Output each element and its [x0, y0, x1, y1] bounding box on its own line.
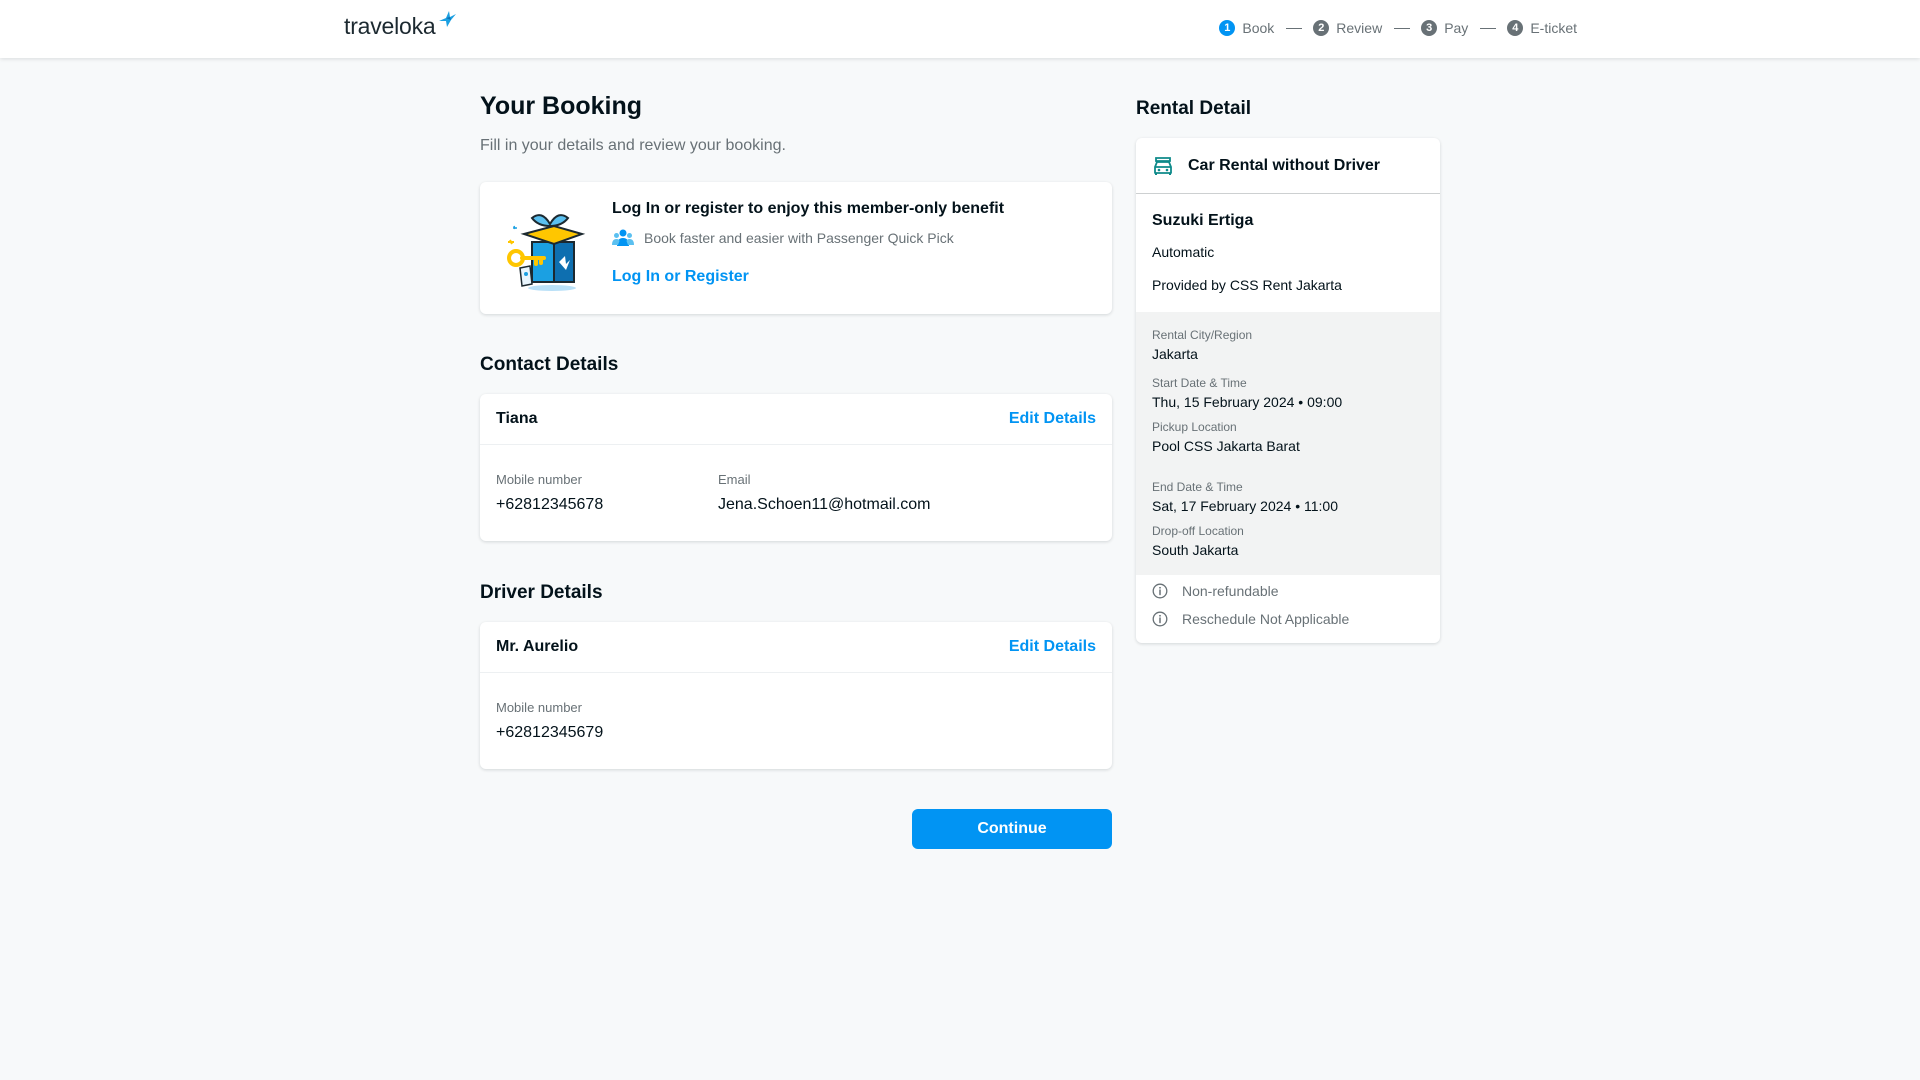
page-subtitle: Fill in your details and review your boo… — [480, 137, 786, 154]
info-label: End Date & Time — [1152, 480, 1243, 494]
contact-mobile-value: +62812345678 — [496, 496, 604, 513]
field-label: Email — [718, 472, 751, 487]
field-label: Mobile number — [496, 700, 582, 715]
step-label: Book — [1242, 20, 1275, 36]
continue-button[interactable]: Continue — [912, 809, 1112, 849]
edit-contact-details-link[interactable]: Edit Details — [1009, 410, 1096, 428]
step-divider — [1480, 27, 1497, 29]
login-benefit-card: Log In or register to enjoy this member-… — [480, 182, 1112, 314]
policy-reschedule: Reschedule Not Applicable — [1152, 611, 1349, 627]
rental-schedule-block: Rental City/Region Jakarta Start Date & … — [1136, 312, 1440, 575]
driver-name: Mr. Aurelio — [496, 638, 579, 655]
contact-mobile-field: Mobile number +62812345678 — [496, 472, 603, 514]
start-datetime-value: Thu, 15 February 2024 • 09:00 — [1152, 394, 1343, 410]
end-datetime-item: End Date & Time Sat, 17 February 2024 • … — [1152, 480, 1338, 514]
step-divider — [1286, 27, 1303, 29]
contact-email-value: Jena.Schoen11@hotmail.com — [718, 496, 931, 513]
info-circle-icon — [1152, 583, 1168, 599]
policy-text: Non-refundable — [1182, 583, 1279, 599]
policy-text: Reschedule Not Applicable — [1182, 611, 1350, 627]
contact-name: Tiana — [496, 410, 538, 427]
step-pay: 3 Pay — [1421, 20, 1468, 36]
contact-details-title: Contact Details — [480, 354, 619, 375]
info-label: Drop-off Location — [1152, 524, 1244, 538]
logo-text: traveloka — [344, 13, 436, 39]
driver-card-header: Mr. Aurelio Edit Details — [480, 622, 1112, 673]
driver-details-title: Driver Details — [480, 582, 603, 603]
passenger-group-icon — [612, 229, 634, 246]
car-provider: Provided by CSS Rent Jakarta — [1152, 277, 1342, 293]
bird-logo-icon — [438, 11, 456, 27]
step-number: 3 — [1421, 20, 1438, 36]
step-divider — [1394, 27, 1411, 29]
step-label: E-ticket — [1530, 20, 1577, 36]
rental-detail-title: Rental Detail — [1136, 98, 1252, 119]
edit-driver-details-link[interactable]: Edit Details — [1009, 638, 1096, 656]
driver-mobile-value: +62812345679 — [496, 724, 604, 741]
step-number: 4 — [1507, 20, 1524, 36]
info-label: Pickup Location — [1152, 420, 1237, 434]
step-label: Review — [1336, 20, 1383, 36]
step-e-ticket: 4 E-ticket — [1507, 20, 1577, 36]
driver-mobile-field: Mobile number +62812345679 — [496, 700, 603, 742]
step-number: 1 — [1219, 20, 1236, 36]
gift-box-key-icon — [507, 214, 586, 291]
page-title: Your Booking — [480, 92, 643, 120]
login-benefit-line: Book faster and easier with Passenger Qu… — [612, 228, 954, 248]
contact-details-card: Tiana Edit Details Mobile number +628123… — [480, 394, 1112, 541]
login-banner-title: Log In or register to enjoy this member-… — [612, 200, 1005, 217]
contact-email-field: Email Jena.Schoen11@hotmail.com — [718, 472, 931, 514]
rental-detail-card: Car Rental without Driver Suzuki Ertiga … — [1136, 138, 1440, 643]
rental-city-value: Jakarta — [1152, 346, 1198, 362]
start-datetime-item: Start Date & Time Thu, 15 February 2024 … — [1152, 376, 1342, 410]
field-label: Mobile number — [496, 472, 582, 487]
car-name: Suzuki Ertiga — [1152, 212, 1254, 229]
rental-city-item: Rental City/Region Jakarta — [1152, 328, 1252, 362]
policy-non-refundable: Non-refundable — [1152, 583, 1279, 599]
dropoff-location-value: South Jakarta — [1152, 542, 1239, 558]
traveloka-logo[interactable]: traveloka — [344, 11, 457, 40]
step-book: 1 Book — [1219, 20, 1274, 36]
driver-details-card: Mr. Aurelio Edit Details Mobile number +… — [480, 622, 1112, 769]
booking-progress-steps: 1 Book 2 Review 3 Pay 4 E-ticket — [1219, 20, 1577, 36]
step-review: 2 Review — [1313, 20, 1382, 36]
info-label: Rental City/Region — [1152, 328, 1253, 342]
info-circle-icon — [1152, 611, 1168, 627]
top-navigation-bar: traveloka 1 Book 2 Review 3 Pay 4 E-tick… — [0, 0, 1920, 58]
pickup-location-item: Pickup Location Pool CSS Jakarta Barat — [1152, 420, 1300, 454]
contact-card-header: Tiana Edit Details — [480, 394, 1112, 445]
step-label: Pay — [1444, 20, 1469, 36]
login-benefit-text: Book faster and easier with Passenger Qu… — [644, 230, 954, 246]
step-number: 2 — [1313, 20, 1330, 36]
car-transmission: Automatic — [1152, 244, 1215, 260]
login-or-register-link[interactable]: Log In or Register — [612, 268, 749, 286]
dropoff-location-item: Drop-off Location South Jakarta — [1152, 524, 1244, 558]
car-rental-icon — [1154, 156, 1172, 175]
pickup-location-value: Pool CSS Jakarta Barat — [1152, 438, 1300, 454]
info-label: Start Date & Time — [1152, 376, 1247, 390]
end-datetime-value: Sat, 17 February 2024 • 11:00 — [1152, 498, 1338, 514]
rental-product-header: Car Rental without Driver — [1136, 138, 1440, 194]
rental-product-name: Car Rental without Driver — [1188, 156, 1381, 174]
